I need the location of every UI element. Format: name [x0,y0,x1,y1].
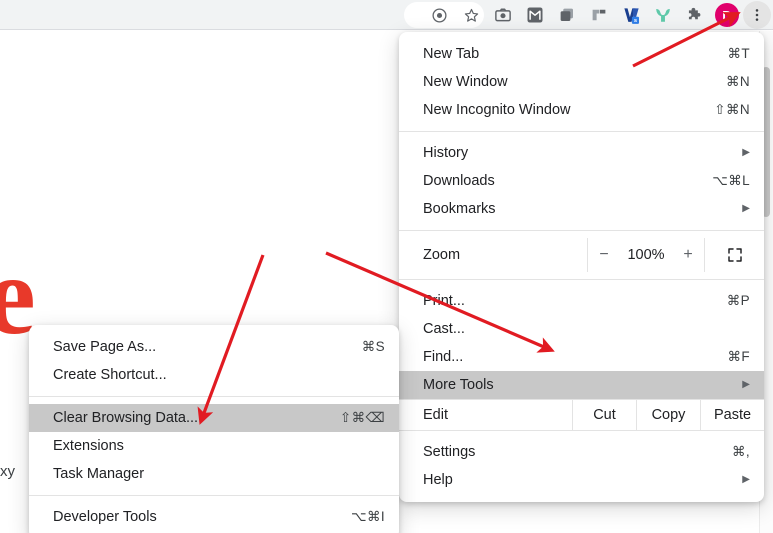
menu-item-accel: ⌘N [725,74,750,89]
menu-item-label: Bookmarks [423,201,496,217]
menu-separator [29,396,399,397]
menu-item-accel: ⌘F [727,349,750,364]
menu-item-label: Task Manager [53,466,145,482]
zoom-in-button[interactable]: + [672,246,704,264]
gmail-m-icon[interactable] [519,1,551,29]
menu-item-label: Find... [423,349,464,365]
menu-item-label: Create Shortcut... [53,367,167,383]
zoom-label: Zoom [423,247,461,263]
submenu-item-clear-browsing-data[interactable]: Clear Browsing Data... ⇧⌘⌫ [29,404,399,432]
edit-paste-button[interactable]: Paste [700,400,764,430]
menu-item-label: Cast... [423,321,465,337]
pocket-tab-icon[interactable] [583,1,615,29]
menu-item-accel: ⇧⌘N [714,102,750,117]
menu-item-label: More Tools [423,377,494,393]
browser-window: e xy s D New Tab ⌘T New Window ⌘N New In… [0,0,773,533]
submenu-item-extensions[interactable]: Extensions [29,432,399,460]
edit-copy-button[interactable]: Copy [636,400,700,430]
menu-item-label: Downloads [423,173,495,189]
camera-screenshot-icon[interactable] [487,1,519,29]
menu-item-accel: ⌘S [361,339,385,354]
zoom-out-button[interactable]: − [588,246,620,264]
menu-row-zoom: Zoom − 100% + [399,238,764,272]
menu-item-more-tools[interactable]: More Tools ▶ [399,371,764,399]
submenu-chevron-icon: ▶ [742,147,750,158]
menu-item-accel: ⌥⌘I [350,509,385,524]
toolbar-icon-strip: s D [423,0,771,30]
menu-item-label: History [423,145,469,161]
extensions-puzzle-icon[interactable] [679,1,711,29]
profile-avatar[interactable]: D [711,1,743,29]
menu-separator [399,230,764,231]
menu-item-label: Help [423,472,453,488]
menu-item-help[interactable]: Help ▶ [399,466,764,494]
menu-item-find[interactable]: Find... ⌘F [399,343,764,371]
browser-toolbar: s D [0,0,773,30]
menu-separator [399,131,764,132]
zoom-level-value: 100% [627,247,665,263]
honey-icon[interactable] [647,1,679,29]
menu-item-label: Clear Browsing Data... [53,410,199,426]
submenu-item-developer-tools[interactable]: Developer Tools ⌥⌘I [29,503,399,531]
menu-item-label: Settings [423,444,476,460]
submenu-chevron-icon: ▶ [742,203,750,214]
menu-item-accel: ⌘T [727,46,750,61]
avatar-initial: D [715,3,739,27]
submenu-chevron-icon: ▶ [742,474,750,485]
menu-item-downloads[interactable]: Downloads ⌥⌘L [399,167,764,195]
submenu-chevron-icon: ▶ [742,379,750,390]
menu-item-label: Developer Tools [53,509,157,525]
page-text-fragment: xy [0,463,15,480]
menu-item-bookmarks[interactable]: Bookmarks ▶ [399,195,764,223]
menu-row-edit: Edit Cut Copy Paste [399,400,764,430]
chrome-main-menu: New Tab ⌘T New Window ⌘N New Incognito W… [399,32,764,502]
menu-item-settings[interactable]: Settings ⌘, [399,438,764,466]
more-tools-submenu: Save Page As... ⌘S Create Shortcut... Cl… [29,325,399,533]
menu-separator [399,279,764,280]
grammarly-w-icon[interactable]: s [615,1,647,29]
chrome-menu-kebab-icon[interactable] [743,1,771,29]
zoom-controls: − 100% + [587,238,704,272]
submenu-item-save-page-as[interactable]: Save Page As... ⌘S [29,333,399,361]
menu-separator [399,430,764,431]
menu-item-history[interactable]: History ▶ [399,139,764,167]
menu-item-label: Save Page As... [53,339,157,355]
location-target-icon[interactable] [423,1,455,29]
copy-stack-icon[interactable] [551,1,583,29]
menu-item-new-window[interactable]: New Window ⌘N [399,68,764,96]
edit-label: Edit [423,407,448,423]
fullscreen-icon[interactable] [704,238,764,272]
menu-item-label: New Incognito Window [423,102,571,118]
menu-item-print[interactable]: Print... ⌘P [399,287,764,315]
menu-item-label: Extensions [53,438,124,454]
menu-item-accel: ⇧⌘⌫ [339,410,385,425]
menu-item-new-tab[interactable]: New Tab ⌘T [399,40,764,68]
menu-item-accel: ⌥⌘L [712,173,750,188]
menu-item-label: New Tab [423,46,480,62]
bookmark-star-icon[interactable] [455,1,487,29]
submenu-item-create-shortcut[interactable]: Create Shortcut... [29,361,399,389]
menu-item-accel: ⌘, [731,444,750,459]
submenu-item-task-manager[interactable]: Task Manager [29,460,399,488]
menu-item-accel: ⌘P [726,293,750,308]
menu-separator [29,495,399,496]
menu-item-cast[interactable]: Cast... [399,315,764,343]
menu-item-label: Print... [423,293,465,309]
menu-item-label: New Window [423,74,508,90]
edit-cut-button[interactable]: Cut [572,400,636,430]
menu-item-new-incognito-window[interactable]: New Incognito Window ⇧⌘N [399,96,764,124]
